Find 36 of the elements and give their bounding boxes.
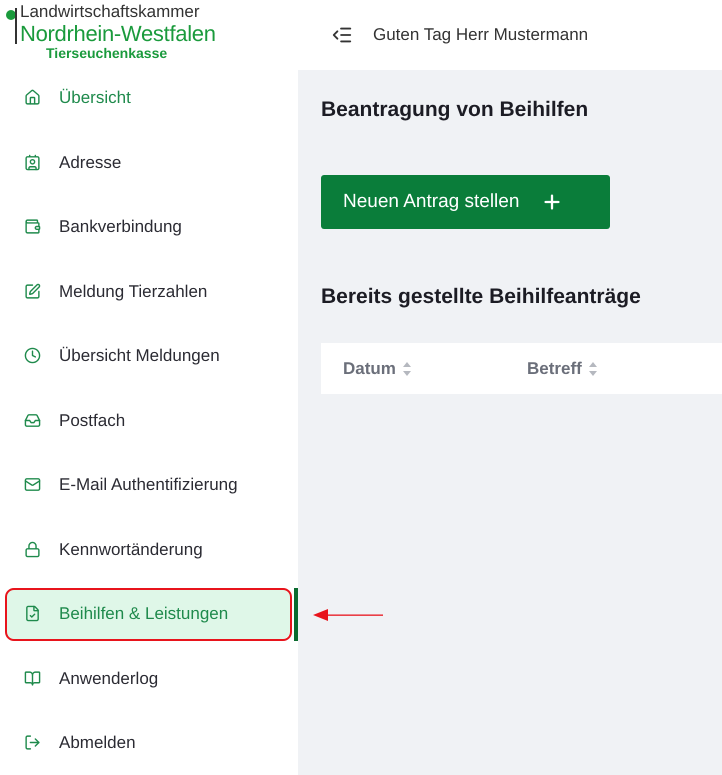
- sidebar-item[interactable]: Kennwortänderung: [6, 524, 290, 575]
- sidebar-item[interactable]: Übersicht: [6, 72, 290, 124]
- sort-icon: [588, 360, 598, 376]
- sort-icon: [402, 360, 412, 376]
- new-application-button[interactable]: Neuen Antrag stellen: [321, 175, 610, 229]
- active-indicator: [294, 588, 298, 640]
- greeting: Guten Tag Herr Mustermann: [373, 24, 588, 46]
- sidebar-item[interactable]: Übersicht Meldungen: [6, 330, 290, 382]
- wallet-icon: [24, 218, 41, 236]
- contact-card-icon: [24, 154, 41, 171]
- sidebar-item[interactable]: Anwenderlog: [6, 652, 290, 704]
- clock-icon: [24, 347, 41, 364]
- sidebar-item[interactable]: Abmelden: [6, 717, 290, 768]
- logo-title: Landwirtschaftskammer: [20, 2, 201, 22]
- edit-icon: [24, 282, 41, 300]
- logo-subtitle: Nordrhein-Westfalen: [20, 22, 216, 46]
- column-header[interactable]: Datum: [343, 356, 527, 382]
- sidebar-item[interactable]: Bankverbindung: [6, 201, 290, 252]
- sidebar-item[interactable]: Adresse: [6, 136, 290, 188]
- sidebar-item[interactable]: Meldung Tierzahlen: [6, 266, 290, 317]
- logout-icon: [24, 734, 41, 752]
- book-icon: [24, 670, 41, 687]
- home-icon: [24, 89, 41, 106]
- sidebar-item[interactable]: Postfach: [6, 394, 290, 446]
- logo-tagline: Tierseuchenkasse: [46, 46, 168, 60]
- section-title: Bereits gestellte Beihilfeanträge: [321, 284, 642, 310]
- column-header[interactable]: Betreff: [527, 356, 598, 382]
- logo-icon: [6, 6, 20, 46]
- document-check-icon: [24, 605, 41, 622]
- sidebar-item[interactable]: E-Mail Authentifizierung: [6, 459, 290, 510]
- mail-icon: [24, 476, 41, 494]
- page-title: Beantragung von Beihilfen: [321, 97, 590, 123]
- annotation-arrow: [313, 608, 383, 622]
- inbox-icon: [24, 412, 41, 429]
- lock-icon: [24, 540, 41, 558]
- sidebar-item[interactable]: Beihilfen & Leistungen: [6, 588, 290, 640]
